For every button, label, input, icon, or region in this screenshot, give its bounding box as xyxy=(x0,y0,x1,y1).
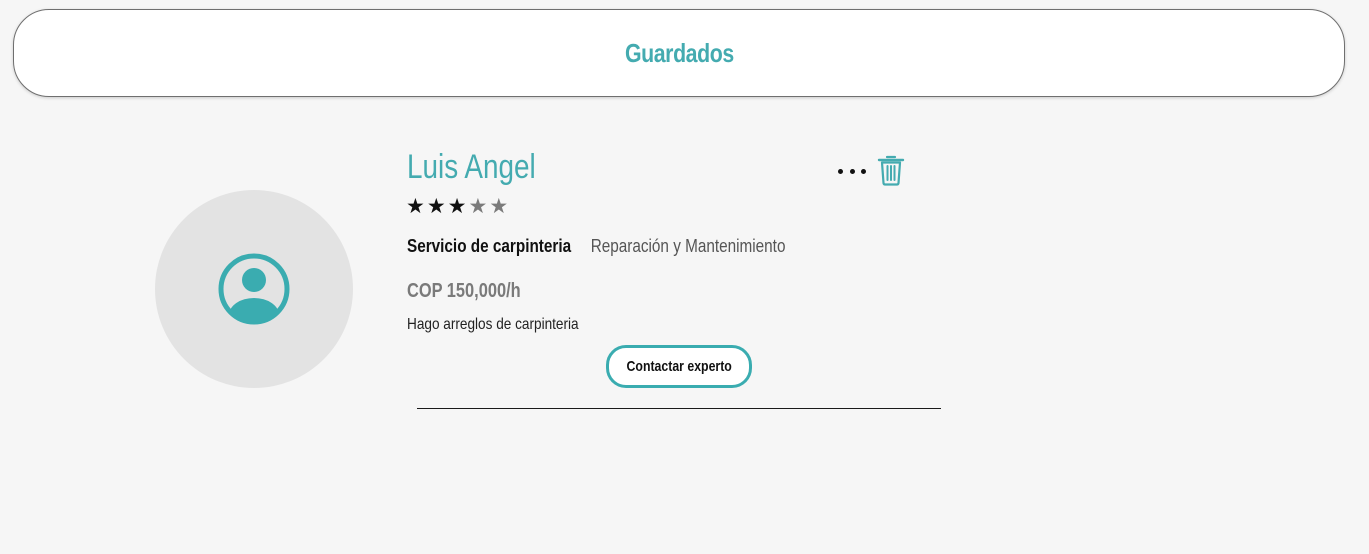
star-empty-icon: ★ xyxy=(468,194,488,218)
saved-header: Guardados xyxy=(13,9,1345,97)
star-filled-icon: ★ xyxy=(426,194,446,218)
rating-stars: ★ ★ ★ ★ ★ xyxy=(406,196,508,217)
page-title: Guardados xyxy=(624,37,734,68)
service-row: Servicio de carpinteria Reparación y Man… xyxy=(407,236,785,257)
more-dots-icon xyxy=(838,168,866,174)
avatar xyxy=(155,190,353,388)
star-filled-icon: ★ xyxy=(447,194,467,218)
expert-name: Luis Angel xyxy=(407,148,536,186)
delete-saved-button[interactable] xyxy=(876,154,906,186)
contact-expert-button[interactable]: Contactar experto xyxy=(606,345,752,388)
trash-icon xyxy=(877,155,905,186)
service-name: Servicio de carpinteria xyxy=(407,236,572,256)
service-description: Hago arreglos de carpinteria xyxy=(407,316,579,333)
service-category: Reparación y Mantenimiento xyxy=(590,236,786,256)
contact-expert-label: Contactar experto xyxy=(626,358,732,375)
star-filled-icon: ★ xyxy=(406,194,425,218)
star-empty-icon: ★ xyxy=(489,194,509,218)
service-price: COP 150,000/h xyxy=(407,280,521,302)
user-circle-icon xyxy=(218,253,290,325)
more-options-button[interactable] xyxy=(838,162,866,180)
card-divider xyxy=(417,408,941,409)
